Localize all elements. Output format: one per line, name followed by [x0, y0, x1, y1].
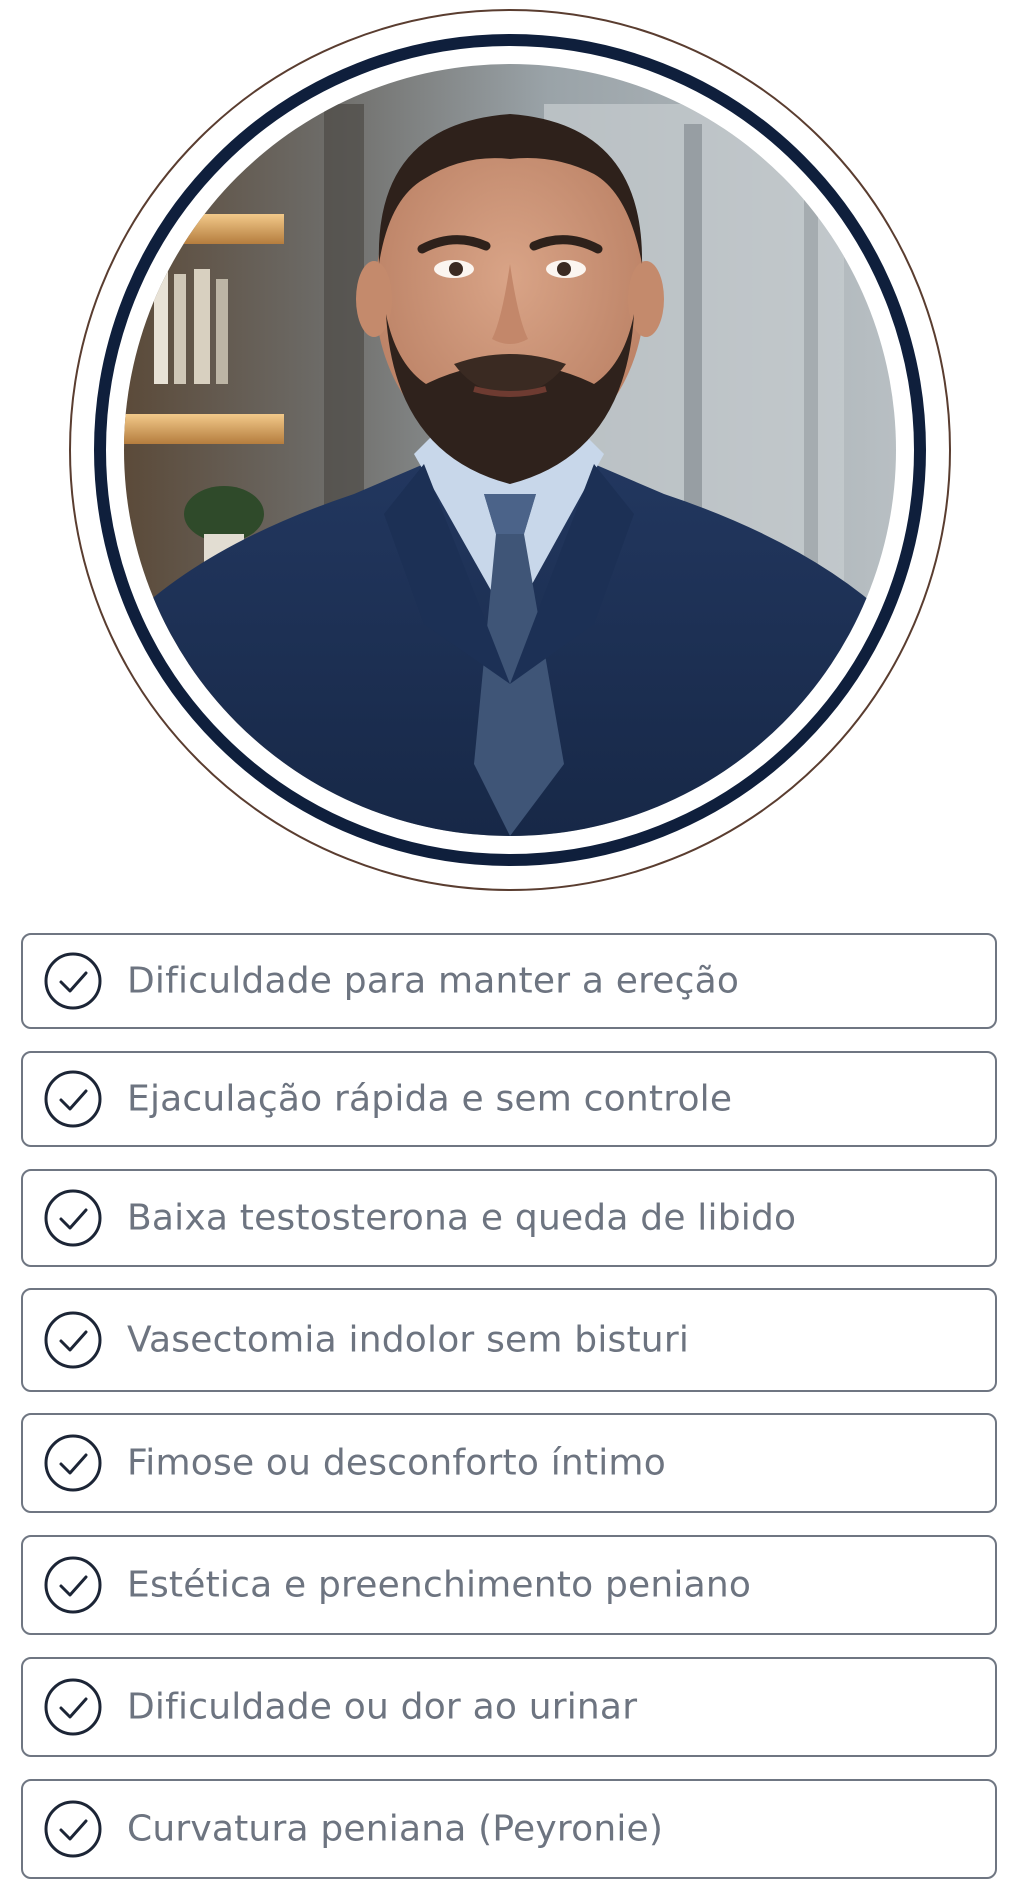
list-item-label: Ejaculação rápida e sem controle	[127, 1078, 733, 1120]
list-item: Dificuldade ou dor ao urinar	[21, 1657, 997, 1757]
list-item: Vasectomia indolor sem bisturi	[21, 1288, 997, 1392]
check-circle-icon	[43, 1188, 103, 1248]
list-item-label: Dificuldade para manter a ereção	[127, 960, 740, 1002]
check-circle-icon	[43, 1069, 103, 1129]
page: Dificuldade para manter a ereção Ejacula…	[0, 0, 1021, 1900]
list-item: Curvatura peniana (Peyronie)	[21, 1779, 997, 1879]
check-circle-icon	[43, 1555, 103, 1615]
check-circle-icon	[43, 1677, 103, 1737]
list-item: Estética e preenchimento peniano	[21, 1535, 997, 1635]
doctor-portrait-photo	[124, 64, 896, 836]
check-circle-icon	[43, 951, 103, 1011]
list-item: Fimose ou desconforto íntimo	[21, 1413, 997, 1513]
check-circle-icon	[43, 1310, 103, 1370]
list-item: Ejaculação rápida e sem controle	[21, 1051, 997, 1147]
list-item-label: Vasectomia indolor sem bisturi	[127, 1319, 690, 1361]
list-item: Baixa testosterona e queda de libido	[21, 1169, 997, 1267]
list-item-label: Fimose ou desconforto íntimo	[127, 1442, 666, 1484]
list-item-label: Curvatura peniana (Peyronie)	[127, 1808, 664, 1850]
list-item-label: Dificuldade ou dor ao urinar	[127, 1686, 638, 1728]
check-circle-icon	[43, 1433, 103, 1493]
check-circle-icon	[43, 1799, 103, 1859]
list-item-label: Estética e preenchimento peniano	[127, 1564, 752, 1606]
list-item: Dificuldade para manter a ereção	[21, 933, 997, 1029]
list-item-label: Baixa testosterona e queda de libido	[127, 1197, 797, 1239]
